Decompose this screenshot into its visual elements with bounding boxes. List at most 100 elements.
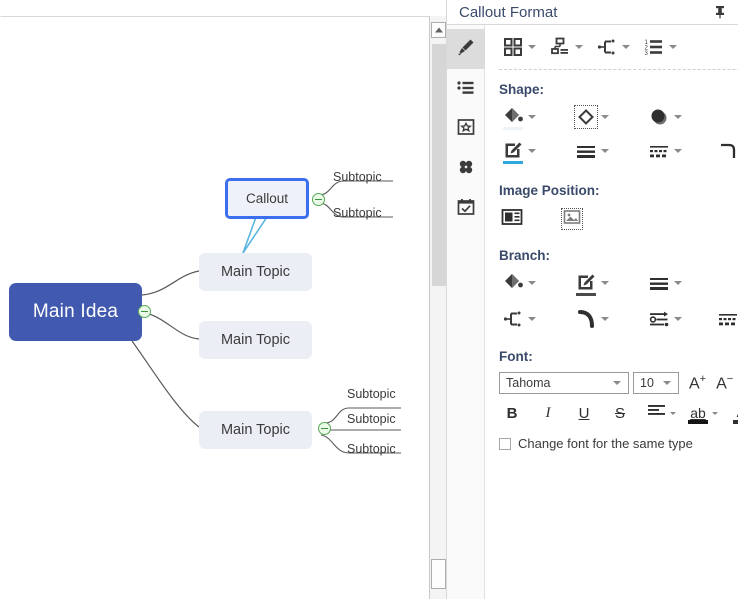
- chevron-down-icon[interactable]: [674, 317, 682, 321]
- node-main-topic-2-label: Main Topic: [220, 332, 291, 348]
- bullet-list-icon: [456, 77, 476, 102]
- change-font-same-type-label: Change font for the same type: [518, 436, 693, 451]
- bold-button[interactable]: B: [499, 402, 525, 424]
- underline-icon: U: [578, 404, 590, 422]
- text-highlight-button[interactable]: ab: [685, 402, 718, 424]
- font-size-select[interactable]: 10: [633, 372, 679, 394]
- collapse-handle-callout[interactable]: [312, 193, 325, 206]
- toolbar-layout-button[interactable]: [499, 33, 544, 61]
- shape-line-dash-button[interactable]: [645, 137, 690, 165]
- strikethrough-button[interactable]: S: [607, 402, 633, 424]
- branch-weight-button[interactable]: [645, 269, 690, 297]
- chevron-down-icon[interactable]: [674, 281, 682, 285]
- diamond-shape-icon: [572, 103, 600, 131]
- format-toolbar: 123: [485, 25, 738, 61]
- format-panel-content: 123 Shape: Image Position: Branch: Font:…: [485, 24, 738, 599]
- subtopic-topic3-2[interactable]: Subtopic: [347, 412, 396, 426]
- increase-font-size-button[interactable]: A+: [689, 373, 706, 393]
- chevron-down-icon[interactable]: [601, 149, 609, 153]
- rail-item-style[interactable]: [447, 29, 485, 69]
- branch-fill-button[interactable]: [499, 269, 544, 297]
- chevron-down-icon[interactable]: [528, 45, 536, 49]
- strikethrough-icon: S: [614, 404, 625, 422]
- branch-connector-button[interactable]: [499, 305, 544, 333]
- shape-shadow-button[interactable]: [645, 103, 690, 131]
- mindmap-canvas[interactable]: Main Idea Main Topic Main Topic Main Top…: [0, 16, 429, 600]
- branch-line-color-button[interactable]: [572, 269, 617, 297]
- pencil-edit-icon: [499, 137, 527, 165]
- image-left-of-text-button[interactable]: [499, 206, 525, 232]
- underline-button[interactable]: U: [571, 402, 597, 424]
- subtopic-topic3-1[interactable]: Subtopic: [347, 387, 396, 401]
- font-format-row: B I U S ab: [485, 394, 738, 424]
- chevron-down-icon[interactable]: [622, 45, 630, 49]
- branch-arrow-button[interactable]: [645, 305, 690, 333]
- node-main-idea-label: Main Idea: [32, 301, 119, 322]
- toolbar-numbering-button[interactable]: 123: [640, 33, 685, 61]
- node-main-idea[interactable]: Main Idea: [9, 283, 142, 341]
- paint-bucket-icon: [499, 269, 527, 297]
- chevron-down-icon[interactable]: [669, 45, 677, 49]
- paint-bucket-icon: [499, 103, 527, 131]
- node-callout-label: Callout: [245, 191, 289, 206]
- subtopic-callout-2[interactable]: Subtopic: [333, 206, 382, 220]
- chevron-down-icon[interactable]: [663, 381, 671, 385]
- subtopic-callout-1[interactable]: Subtopic: [333, 170, 382, 184]
- chevron-down-icon[interactable]: [528, 281, 536, 285]
- rail-item-outline[interactable]: [447, 69, 485, 109]
- shape-corner-style-button[interactable]: [714, 137, 738, 165]
- italic-button[interactable]: I: [535, 402, 561, 424]
- change-font-same-type-row[interactable]: Change font for the same type: [485, 424, 738, 451]
- image-left-of-text-icon: [501, 207, 523, 232]
- chevron-down-icon[interactable]: [712, 412, 718, 415]
- change-font-same-type-checkbox[interactable]: [499, 437, 511, 450]
- chevron-down-icon[interactable]: [601, 281, 609, 285]
- branch-section-label: Branch:: [499, 248, 551, 263]
- shape-type-button[interactable]: [572, 103, 617, 131]
- node-callout[interactable]: Callout: [225, 178, 309, 219]
- format-panel-header: Callout Format: [447, 0, 738, 24]
- node-main-topic-3[interactable]: Main Topic: [199, 411, 312, 449]
- scrollbar-thumb[interactable]: [432, 44, 446, 286]
- subtopic-topic3-3[interactable]: Subtopic: [347, 442, 396, 456]
- four-squares-layout-icon: [499, 33, 527, 61]
- branch-dash-button[interactable]: [714, 305, 738, 333]
- chevron-down-icon[interactable]: [674, 115, 682, 119]
- rounded-corner-icon: [714, 137, 738, 165]
- toolbar-structure-button[interactable]: [546, 33, 591, 61]
- chevron-down-icon[interactable]: [575, 45, 583, 49]
- scroll-down-button[interactable]: [431, 559, 446, 589]
- format-panel-title: Callout Format: [459, 3, 558, 21]
- chevron-down-icon[interactable]: [613, 381, 621, 385]
- decrease-font-size-button[interactable]: A−: [716, 373, 733, 393]
- branch-curve-button[interactable]: [572, 305, 617, 333]
- node-main-topic-1-label: Main Topic: [220, 264, 291, 280]
- rail-item-clipart[interactable]: [447, 149, 485, 189]
- chevron-down-icon[interactable]: [601, 317, 609, 321]
- canvas-vertical-scrollbar[interactable]: [429, 16, 446, 599]
- rail-item-badge[interactable]: [447, 109, 485, 149]
- image-only-button[interactable]: [559, 206, 585, 232]
- scroll-up-button[interactable]: [431, 22, 446, 38]
- font-color-button[interactable]: A: [729, 402, 738, 424]
- chevron-down-icon[interactable]: [528, 149, 536, 153]
- chevron-down-icon[interactable]: [670, 412, 676, 415]
- collapse-handle-main-topic-3[interactable]: [318, 422, 331, 435]
- pushpin-icon[interactable]: [712, 4, 728, 20]
- align-button[interactable]: [643, 402, 676, 424]
- shape-fill-color-button[interactable]: [499, 103, 544, 131]
- curve-arc-icon: [572, 305, 600, 333]
- node-main-topic-1[interactable]: Main Topic: [199, 253, 312, 291]
- rail-item-task[interactable]: [447, 189, 485, 229]
- font-family-select[interactable]: Tahoma: [499, 372, 629, 394]
- chevron-down-icon[interactable]: [601, 115, 609, 119]
- collapse-handle-main-idea[interactable]: [138, 305, 151, 318]
- text-highlight-icon: ab: [690, 405, 706, 421]
- toolbar-branch-style-button[interactable]: [593, 33, 638, 61]
- node-main-topic-2[interactable]: Main Topic: [199, 321, 312, 359]
- chevron-down-icon[interactable]: [528, 317, 536, 321]
- shape-line-weight-button[interactable]: [572, 137, 617, 165]
- shape-line-color-button[interactable]: [499, 137, 544, 165]
- chevron-down-icon[interactable]: [674, 149, 682, 153]
- chevron-down-icon[interactable]: [528, 115, 536, 119]
